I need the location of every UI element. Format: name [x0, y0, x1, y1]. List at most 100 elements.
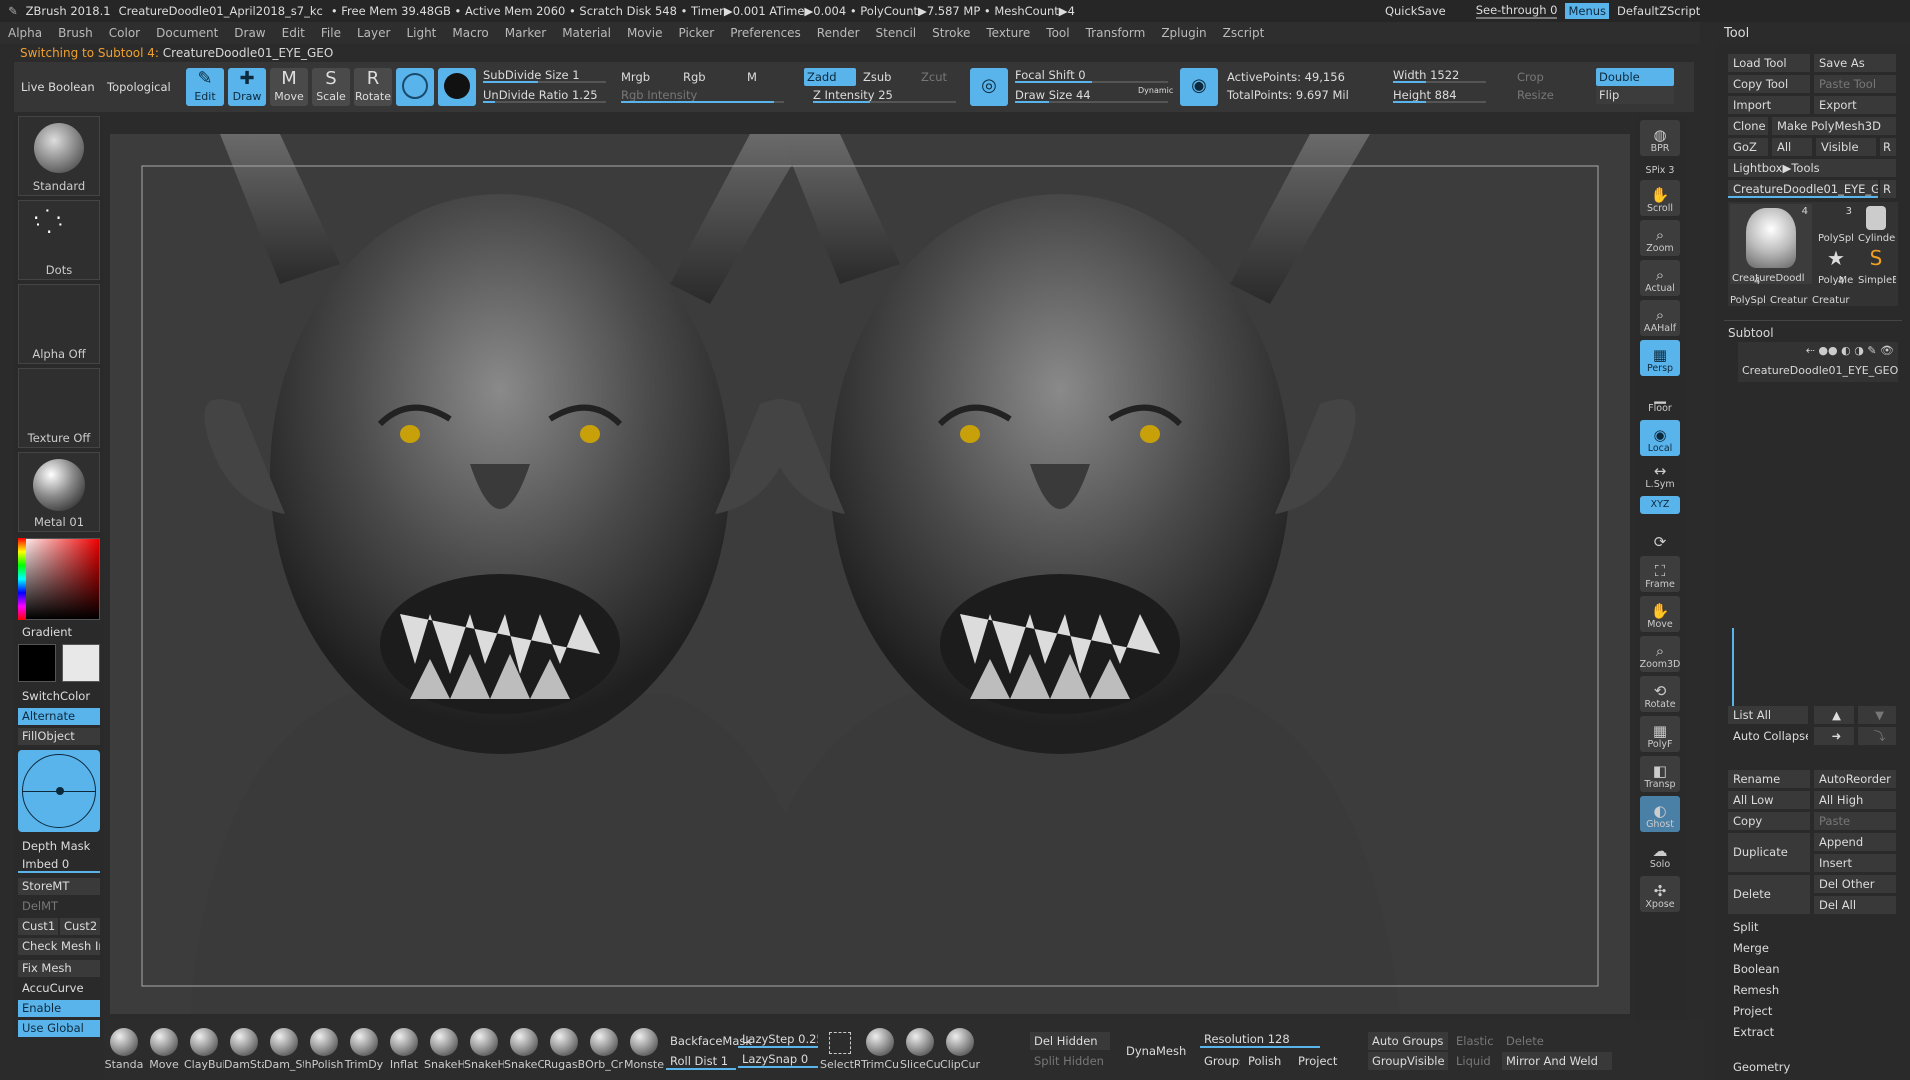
m-button[interactable]: M — [744, 68, 784, 86]
switchcolor-button[interactable]: SwitchColor — [18, 688, 100, 705]
export-button[interactable]: Export — [1814, 96, 1896, 114]
arrow-icon[interactable]: ➜ — [1814, 727, 1854, 745]
copy-button[interactable]: Copy — [1728, 812, 1810, 830]
brush-standard[interactable]: Standa — [104, 1028, 144, 1076]
import-button[interactable]: Import — [1728, 96, 1810, 114]
menus-toggle[interactable]: Menus — [1565, 3, 1610, 19]
topological-button[interactable]: Topological — [104, 78, 184, 96]
resolution-slider[interactable]: Resolution 128 — [1200, 1030, 1320, 1048]
color-picker[interactable] — [18, 538, 100, 620]
accucurve-button[interactable]: AccuCurve — [18, 980, 100, 997]
groups-button[interactable]: Groups — [1200, 1052, 1240, 1070]
tool-thumb-creature-3[interactable]: 4 Creatur — [1812, 276, 1852, 306]
paste-button[interactable]: Paste — [1814, 812, 1896, 830]
del-all-button[interactable]: Del All — [1814, 896, 1896, 914]
menu-material[interactable]: Material — [554, 26, 619, 40]
save-as-button[interactable]: Save As — [1814, 54, 1896, 72]
brush-snakecurve[interactable]: SnakeC — [504, 1028, 544, 1076]
xpose-button[interactable]: ✣ Xpose — [1640, 876, 1680, 912]
menu-color[interactable]: Color — [101, 26, 148, 40]
depth-mask-widget[interactable] — [18, 750, 100, 832]
menu-file[interactable]: File — [313, 26, 349, 40]
local-button[interactable]: ◉ Local — [1640, 420, 1680, 456]
live-boolean-button[interactable]: Live Boolean — [18, 78, 98, 96]
gradient-label[interactable]: Gradient — [18, 624, 100, 641]
focal-shift-slider[interactable]: Focal Shift 0 — [1012, 66, 1172, 84]
subtool-list-item[interactable]: ⇠ ●● ◐ ◑ ✎ 👁 CreatureDoodle01_EYE_GEO — [1738, 342, 1898, 382]
cust1-button[interactable]: Cust1 — [18, 918, 58, 935]
extract-menu[interactable]: Extract — [1728, 1023, 1896, 1041]
fillobject-button[interactable]: FillObject — [18, 728, 100, 745]
ghost-button[interactable]: ◐ Ghost — [1640, 796, 1680, 832]
menu-movie[interactable]: Movie — [619, 26, 671, 40]
move-up-icon[interactable]: ▲ — [1814, 706, 1854, 724]
roll-dist-slider[interactable]: Roll Dist 1 — [666, 1052, 736, 1070]
hue-strip[interactable] — [18, 538, 26, 620]
tool-thumb-polysphere-2[interactable]: 4 PolySpl — [1730, 276, 1770, 306]
actual-button[interactable]: ⌕ Actual — [1640, 260, 1680, 296]
zadd-button[interactable]: Zadd — [804, 68, 856, 86]
subtool-scrollbar[interactable] — [1732, 628, 1734, 710]
all-button[interactable]: All — [1772, 138, 1812, 156]
brush-clipcurve[interactable]: ClipCur — [940, 1028, 980, 1076]
menu-tool[interactable]: Tool — [1038, 26, 1077, 40]
dynamic-label[interactable]: Dynamic — [1138, 86, 1173, 95]
move-mode-button[interactable]: M Move — [270, 68, 308, 106]
zoom3d-button[interactable]: ⌕ Zoom3D — [1640, 636, 1680, 672]
current-tool-r-button[interactable]: R — [1880, 180, 1896, 198]
groupvisible-button[interactable]: GroupVisible — [1368, 1052, 1448, 1070]
menu-macro[interactable]: Macro — [444, 26, 496, 40]
project-menu[interactable]: Project — [1728, 1002, 1896, 1020]
xyz-button[interactable]: XYZ — [1640, 496, 1680, 514]
main-color-swatch[interactable] — [18, 644, 56, 682]
duplicate-button[interactable]: Duplicate — [1728, 833, 1810, 872]
clone-button[interactable]: Clone — [1728, 117, 1768, 135]
list-all-button[interactable]: List All — [1728, 706, 1808, 724]
rotation-axis-icons[interactable]: ⟳ — [1640, 516, 1680, 552]
menu-alpha[interactable]: Alpha — [0, 26, 50, 40]
rotate-view-button[interactable]: ⟲ Rotate — [1640, 676, 1680, 712]
menu-document[interactable]: Document — [148, 26, 226, 40]
all-low-button[interactable]: All Low — [1728, 791, 1810, 809]
alpha-selector[interactable]: Alpha Off — [18, 284, 100, 364]
focal-shift-button[interactable]: ◎ — [970, 68, 1008, 106]
rgb-intensity-slider[interactable]: Rgb Intensity — [618, 86, 788, 104]
brush-rugasb[interactable]: RugasB — [544, 1028, 584, 1076]
menu-stroke[interactable]: Stroke — [924, 26, 978, 40]
bpr-button[interactable]: ◍ BPR — [1640, 120, 1680, 156]
imbed-slider[interactable]: Imbed 0 — [18, 856, 100, 873]
menu-render[interactable]: Render — [809, 26, 868, 40]
elastic-button[interactable]: Elastic — [1452, 1032, 1498, 1050]
frame-button[interactable]: ⛶ Frame — [1640, 556, 1680, 592]
edit-mode-button[interactable]: ✎ Edit — [186, 68, 224, 106]
rename-button[interactable]: Rename — [1728, 770, 1810, 788]
polyf-button[interactable]: ▦ PolyF — [1640, 716, 1680, 752]
lightbox-tools-button[interactable]: Lightbox▶Tools — [1728, 159, 1896, 177]
scale-mode-button[interactable]: S Scale — [312, 68, 350, 106]
remesh-menu[interactable]: Remesh — [1728, 981, 1896, 999]
brush-inflat[interactable]: Inflat — [384, 1028, 424, 1076]
menu-preferences[interactable]: Preferences — [722, 26, 809, 40]
menu-marker[interactable]: Marker — [497, 26, 554, 40]
split-hidden-button[interactable]: Split Hidden — [1030, 1052, 1110, 1070]
draw-mode-button[interactable]: ✚ Draw — [228, 68, 266, 106]
autoreorder-button[interactable]: AutoReorder — [1814, 770, 1896, 788]
lsym-button[interactable]: ↔ L.Sym — [1640, 466, 1680, 492]
menu-brush[interactable]: Brush — [50, 26, 101, 40]
double-button[interactable]: Double — [1596, 68, 1674, 86]
project-button[interactable]: Project — [1294, 1052, 1344, 1070]
menu-draw[interactable]: Draw — [226, 26, 273, 40]
split-menu[interactable]: Split — [1728, 918, 1896, 936]
draw-size-button[interactable]: ◉ — [1180, 68, 1218, 106]
zoom-button[interactable]: ⌕ Zoom — [1640, 220, 1680, 256]
sculptris-pro-button[interactable] — [396, 68, 434, 106]
all-high-button[interactable]: All High — [1814, 791, 1896, 809]
brush-monster[interactable]: Monste — [624, 1028, 664, 1076]
tool-thumb-cylinder[interactable]: Cylinde — [1856, 204, 1896, 244]
alternate-button[interactable]: Alternate — [18, 708, 100, 725]
subdivide-size-slider[interactable]: SubDivide Size 1 — [480, 66, 610, 84]
brush-orb-cracks[interactable]: Orb_Cr — [584, 1028, 624, 1076]
geometry-menu[interactable]: Geometry — [1728, 1058, 1896, 1076]
brush-slicecurve[interactable]: SliceCu — [900, 1028, 940, 1076]
brush-damstandard[interactable]: DamSta — [224, 1028, 264, 1076]
